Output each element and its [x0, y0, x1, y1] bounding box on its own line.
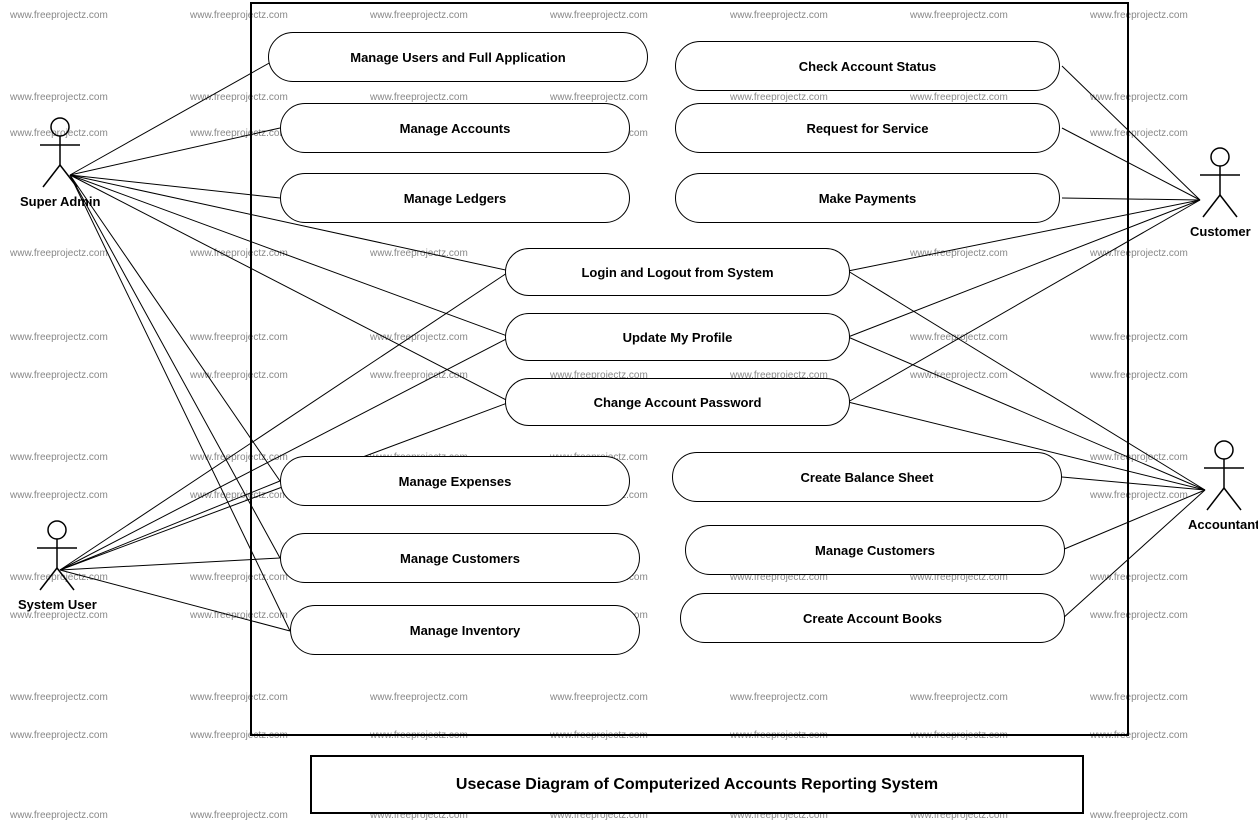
title-text: Usecase Diagram of Computerized Accounts… [456, 776, 938, 794]
usecase-check-account-status: Check Account Status [675, 41, 1060, 91]
usecase-make-payments: Make Payments [675, 173, 1060, 223]
usecase-update-profile: Update My Profile [505, 313, 850, 361]
usecase-manage-inventory: Manage Inventory [290, 605, 640, 655]
usecase-manage-users: Manage Users and Full Application [268, 32, 648, 82]
usecase-label: Check Account Status [799, 59, 937, 74]
usecase-manage-ledgers: Manage Ledgers [280, 173, 630, 223]
usecase-label: Create Balance Sheet [801, 470, 934, 485]
usecase-label: Manage Customers [400, 551, 520, 566]
usecase-manage-customers-left: Manage Customers [280, 533, 640, 583]
actor-label: Customer [1190, 224, 1251, 239]
usecase-label: Manage Users and Full Application [350, 50, 566, 65]
usecase-create-balance-sheet: Create Balance Sheet [672, 452, 1062, 502]
usecase-label: Update My Profile [623, 330, 733, 345]
usecase-label: Manage Expenses [399, 474, 512, 489]
usecase-manage-accounts: Manage Accounts [280, 103, 630, 153]
usecase-login-logout: Login and Logout from System [505, 248, 850, 296]
actor-label: Accountant [1188, 517, 1258, 532]
usecase-label: Manage Inventory [410, 623, 521, 638]
usecase-create-account-books: Create Account Books [680, 593, 1065, 643]
usecase-label: Create Account Books [803, 611, 942, 626]
actor-label: System User [18, 597, 97, 612]
usecase-request-service: Request for Service [675, 103, 1060, 153]
actor-super-admin: Super Admin [20, 115, 100, 209]
usecase-label: Change Account Password [594, 395, 762, 410]
usecase-label: Login and Logout from System [581, 265, 773, 280]
actor-customer: Customer [1190, 145, 1251, 239]
usecase-label: Manage Accounts [400, 121, 511, 136]
actor-label: Super Admin [20, 194, 100, 209]
usecase-change-password: Change Account Password [505, 378, 850, 426]
usecase-label: Request for Service [806, 121, 928, 136]
usecase-manage-expenses: Manage Expenses [280, 456, 630, 506]
usecase-label: Manage Customers [815, 543, 935, 558]
usecase-label: Make Payments [819, 191, 917, 206]
usecase-label: Manage Ledgers [404, 191, 507, 206]
actor-accountant: Accountant [1188, 438, 1258, 532]
usecase-manage-customers-right: Manage Customers [685, 525, 1065, 575]
diagram-title: Usecase Diagram of Computerized Accounts… [310, 755, 1084, 814]
actor-system-user: System User [18, 518, 97, 612]
